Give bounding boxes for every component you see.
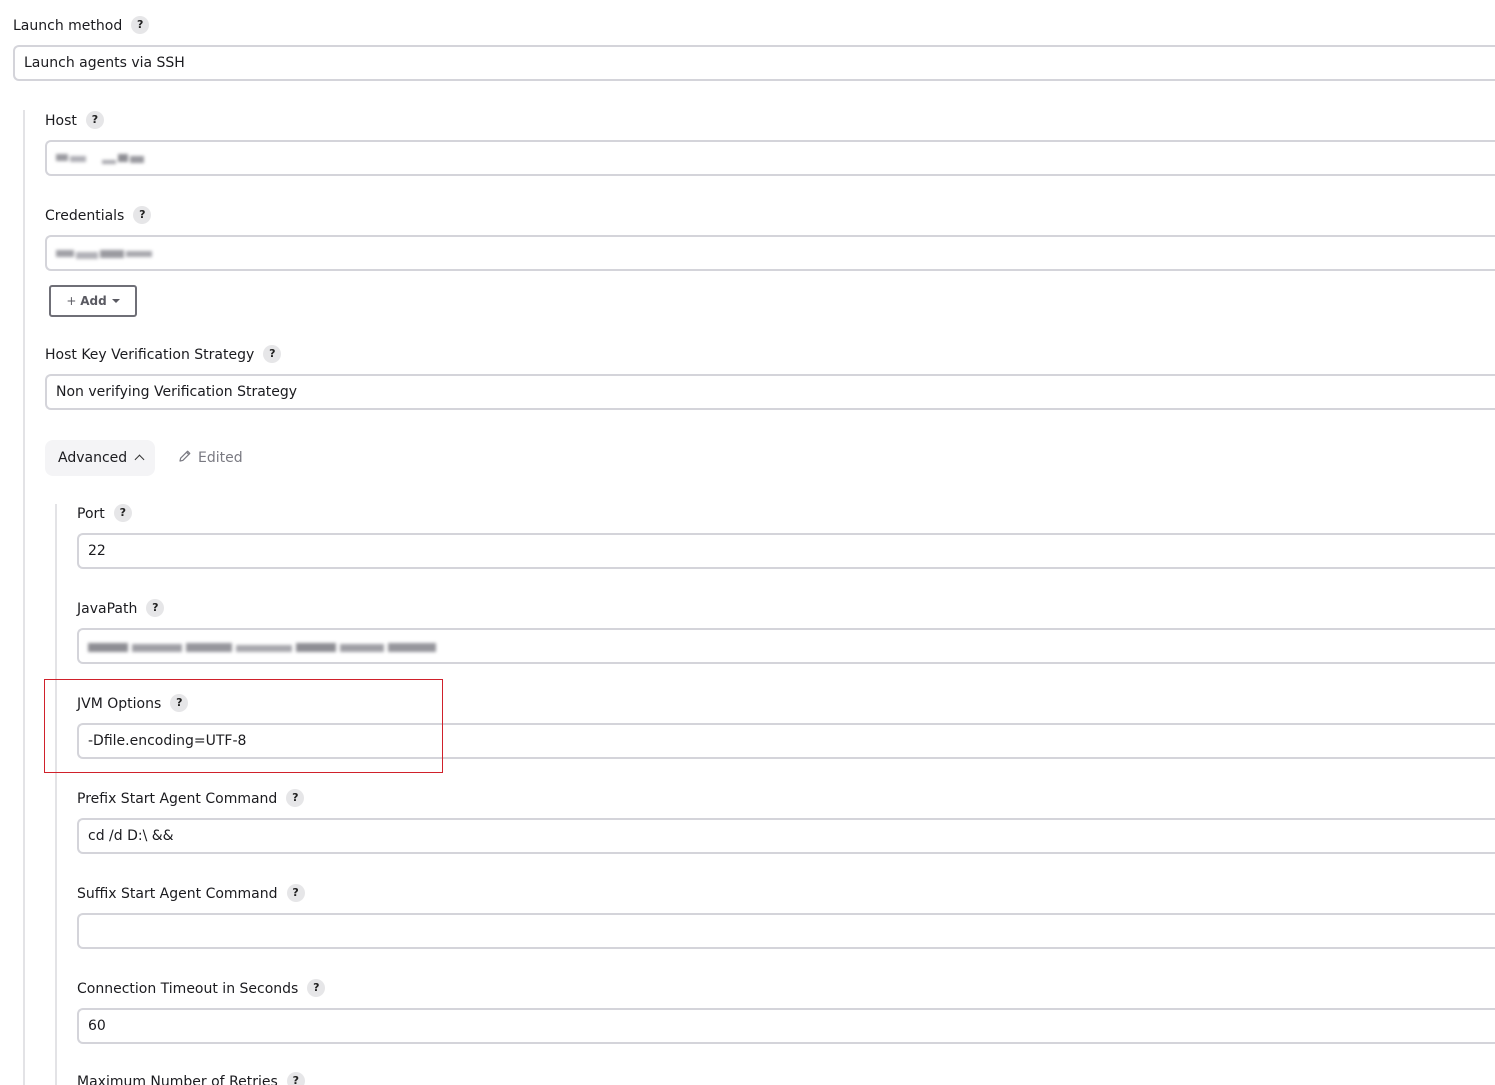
jvm-options-highlight-box xyxy=(44,679,443,773)
section-indent-bar xyxy=(23,110,25,1085)
caret-down-icon xyxy=(111,298,120,303)
credentials-label: Credentials? xyxy=(45,206,152,226)
help-icon[interactable]: ? xyxy=(286,789,305,807)
port-input[interactable]: 22 xyxy=(77,533,1495,569)
help-icon[interactable]: ? xyxy=(85,111,104,129)
help-icon[interactable]: ? xyxy=(146,599,165,617)
redacted-java-path-value xyxy=(88,643,436,652)
java-path-label: JavaPath? xyxy=(77,599,165,619)
java-path-input[interactable] xyxy=(77,628,1495,664)
prefix-command-label: Prefix Start Agent Command? xyxy=(77,789,305,809)
connection-timeout-label: Connection Timeout in Seconds? xyxy=(77,979,326,999)
redacted-host-value xyxy=(56,154,144,164)
connection-timeout-input[interactable]: 60 xyxy=(77,1008,1495,1044)
help-icon[interactable]: ? xyxy=(286,1072,305,1085)
port-label: Port? xyxy=(77,504,132,524)
redacted-credentials-value xyxy=(56,250,152,259)
chevron-up-icon xyxy=(134,454,145,465)
help-icon[interactable]: ? xyxy=(307,979,326,997)
host-key-select[interactable]: Non verifying Verification Strategy xyxy=(45,374,1495,410)
host-label: Host? xyxy=(45,111,104,131)
prefix-command-input[interactable]: cd /d D:\ && xyxy=(77,818,1495,854)
advanced-indent-bar xyxy=(55,504,57,1085)
help-icon[interactable]: ? xyxy=(286,884,305,902)
host-input[interactable] xyxy=(45,140,1495,176)
suffix-command-label: Suffix Start Agent Command? xyxy=(77,884,305,904)
max-retries-label: Maximum Number of Retries? xyxy=(77,1072,305,1085)
pencil-icon xyxy=(179,450,191,462)
help-icon[interactable]: ? xyxy=(113,504,132,522)
help-icon[interactable]: ? xyxy=(133,206,152,224)
help-icon[interactable]: ? xyxy=(263,345,282,363)
credentials-select[interactable] xyxy=(45,235,1495,271)
launch-method-label: Launch method? xyxy=(13,16,150,36)
help-icon[interactable]: ? xyxy=(131,16,150,34)
suffix-command-input[interactable] xyxy=(77,913,1495,949)
advanced-toggle-button[interactable]: Advanced xyxy=(45,440,155,476)
launch-method-select[interactable]: Launch agents via SSH xyxy=(13,45,1495,81)
agent-config-form: Launch method? Launch agents via SSH Hos… xyxy=(0,0,1495,1085)
add-credentials-button[interactable]: + Add xyxy=(49,285,137,317)
edited-indicator: Edited xyxy=(178,448,243,468)
host-key-label: Host Key Verification Strategy? xyxy=(45,345,282,365)
